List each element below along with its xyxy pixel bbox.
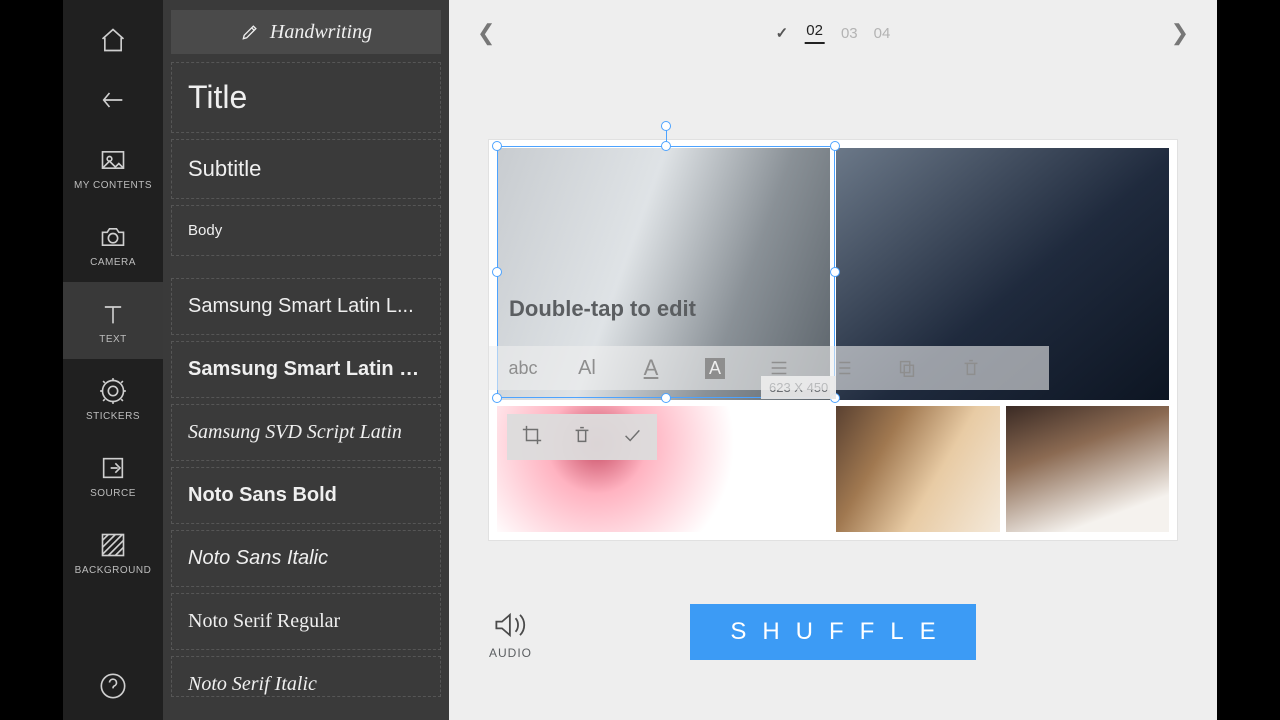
audio-label: AUDIO (489, 646, 532, 660)
nav-label: CAMERA (90, 257, 136, 268)
crop-button[interactable] (521, 424, 543, 451)
nav-help[interactable] (63, 654, 163, 720)
tool-list[interactable] (825, 350, 861, 386)
font-item[interactable]: Noto Sans Italic (171, 530, 441, 587)
rotate-handle[interactable] (661, 121, 671, 131)
resize-handle[interactable] (661, 141, 671, 151)
resize-handle[interactable] (830, 141, 840, 151)
image-cell-split (836, 406, 1169, 532)
tool-copy[interactable] (889, 350, 925, 386)
handwriting-mode-button[interactable]: Handwriting (171, 10, 441, 54)
page-done-icon: ✓ (776, 24, 789, 42)
arrow-left-icon (99, 86, 127, 114)
trash-icon (571, 424, 593, 446)
stickers-icon (99, 377, 127, 405)
main-window: MY CONTENTS CAMERA TEXT STICKERS SOURCE … (63, 0, 1217, 720)
text-format-toolbar: abc Al A A (489, 346, 1049, 390)
page-indicator: ✓ 02 03 04 (776, 22, 891, 44)
speaker-icon (493, 610, 529, 640)
letterbox-right (1217, 0, 1280, 720)
prev-button[interactable]: ❮ (477, 20, 495, 46)
trash-button[interactable] (571, 424, 593, 451)
shuffle-label: SHUFFLE (714, 618, 951, 646)
nav-home[interactable] (63, 0, 163, 68)
text-panel: Handwriting Title Subtitle Body Samsung … (163, 0, 449, 720)
tool-align[interactable] (761, 350, 797, 386)
nav-label: STICKERS (86, 411, 140, 422)
page-number[interactable]: 02 (804, 22, 825, 44)
resize-handle[interactable] (492, 393, 502, 403)
pen-icon (240, 22, 260, 42)
tool-mixed-case[interactable]: Al (569, 350, 605, 386)
nav-my-contents[interactable]: MY CONTENTS (63, 128, 163, 205)
nav-label: BACKGROUND (75, 565, 152, 576)
text-icon (99, 300, 127, 328)
tool-font-color[interactable]: A (633, 350, 669, 386)
divider (167, 262, 445, 272)
font-item[interactable]: Samsung Smart Latin B... (171, 341, 441, 398)
page-number[interactable]: 03 (841, 25, 858, 42)
font-item[interactable]: Samsung Smart Latin L... (171, 278, 441, 335)
style-list: Title Subtitle Body Samsung Smart Latin … (163, 62, 449, 720)
next-button[interactable]: ❯ (1171, 20, 1189, 46)
app-root: MY CONTENTS CAMERA TEXT STICKERS SOURCE … (0, 0, 1280, 720)
nav-label: MY CONTENTS (74, 180, 152, 191)
shuffle-button[interactable]: SHUFFLE (690, 604, 976, 660)
font-item[interactable]: Noto Sans Bold (171, 467, 441, 524)
text-placeholder[interactable]: Double-tap to edit (509, 296, 696, 322)
page-number[interactable]: 04 (874, 25, 891, 42)
source-icon (99, 454, 127, 482)
align-icon (768, 357, 790, 379)
image-action-toolbar (507, 414, 657, 460)
nav-source[interactable]: SOURCE (63, 436, 163, 513)
nav-text[interactable]: TEXT (63, 282, 163, 359)
resize-handle[interactable] (492, 267, 502, 277)
audio-button[interactable]: AUDIO (489, 610, 532, 660)
image-cell[interactable] (1006, 406, 1170, 532)
crop-icon (521, 424, 543, 446)
nav-background[interactable]: BACKGROUND (63, 513, 163, 590)
tool-case[interactable]: abc (505, 350, 541, 386)
font-item[interactable]: Samsung SVD Script Latin (171, 404, 441, 461)
letterbox-left (0, 0, 63, 720)
list-icon (832, 357, 854, 379)
resize-handle[interactable] (661, 393, 671, 403)
copy-icon (896, 357, 918, 379)
nav-label: SOURCE (90, 488, 136, 499)
resize-handle[interactable] (492, 141, 502, 151)
nav-rail: MY CONTENTS CAMERA TEXT STICKERS SOURCE … (63, 0, 163, 720)
nav-back[interactable] (63, 68, 163, 128)
camera-icon (99, 223, 127, 251)
canvas-area: ❮ ❯ ✓ 02 03 04 (449, 0, 1217, 720)
image-cell[interactable] (836, 406, 1000, 532)
tool-highlight[interactable]: A (697, 350, 733, 386)
font-item[interactable]: Noto Serif Regular (171, 593, 441, 650)
check-icon (621, 424, 643, 446)
contents-icon (99, 146, 127, 174)
style-body[interactable]: Body (171, 205, 441, 256)
confirm-button[interactable] (621, 424, 643, 451)
style-subtitle[interactable]: Subtitle (171, 139, 441, 199)
font-item[interactable]: Noto Serif Italic (171, 656, 441, 697)
resize-handle[interactable] (830, 267, 840, 277)
background-icon (99, 531, 127, 559)
nav-label: TEXT (99, 334, 127, 345)
style-title[interactable]: Title (171, 62, 441, 133)
delete-icon (960, 357, 982, 379)
handwriting-label: Handwriting (270, 21, 372, 44)
help-icon (99, 672, 127, 700)
home-icon (99, 26, 127, 54)
nav-stickers[interactable]: STICKERS (63, 359, 163, 436)
tool-delete[interactable] (953, 350, 989, 386)
nav-camera[interactable]: CAMERA (63, 205, 163, 282)
